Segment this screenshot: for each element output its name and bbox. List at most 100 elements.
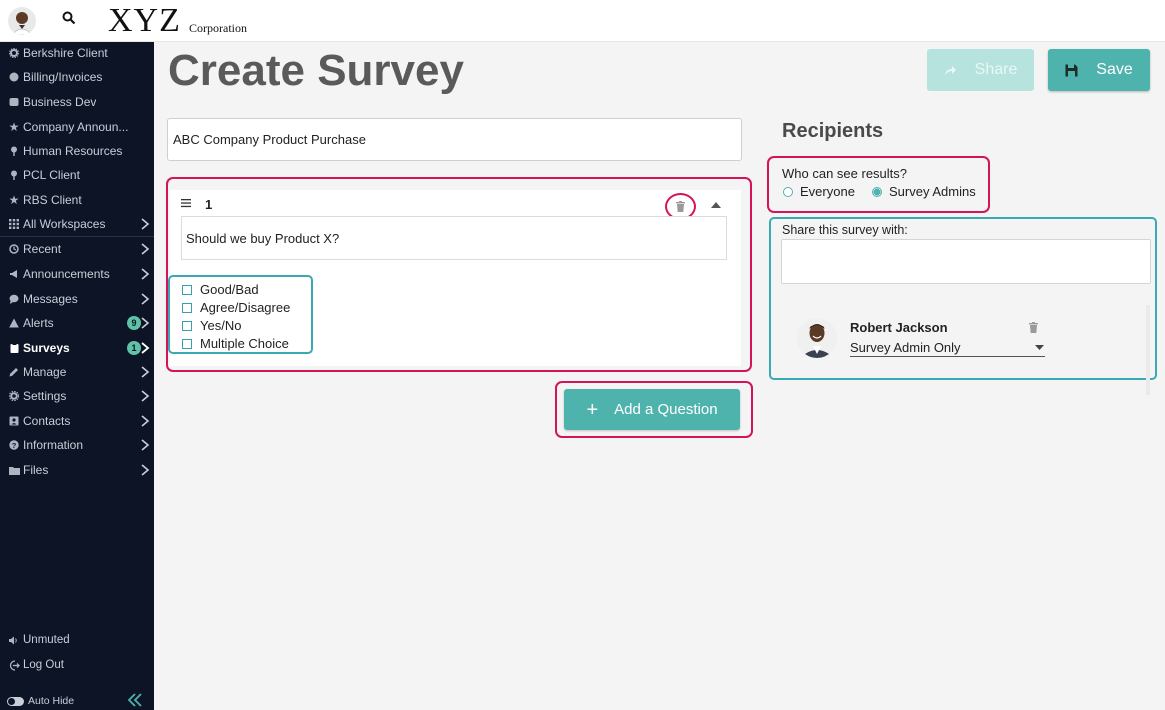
sidebar-item-rbs-client[interactable]: ★ RBS Client [0,189,154,211]
surveys-count-badge: 1 [127,341,141,355]
sidebar-item-label: Manage [23,365,67,379]
chevron-right-icon [141,390,150,402]
checkbox[interactable] [182,284,192,295]
option-multiple-choice[interactable]: Multiple Choice [182,336,289,351]
save-button-label: Save [1096,61,1133,78]
sidebar-item-recent[interactable]: Recent [0,238,154,260]
add-question-label: Add a Question [614,401,718,418]
sidebar-item-label: Human Resources [23,144,123,158]
pin-icon [7,146,21,156]
chevron-down-icon [1035,345,1044,350]
folder-icon [7,466,21,475]
drag-handle-icon[interactable] [181,198,191,208]
recipient-role-select[interactable]: Survey Admin Only [850,338,1045,357]
share-button-label: Share [974,61,1018,78]
sidebar-item-messages[interactable]: Messages [0,288,154,310]
chevron-right-icon [141,293,150,305]
share-arrow-icon [944,65,956,75]
unmuted-label: Unmuted [23,634,70,646]
sidebar-item-label: Announcements [23,267,110,281]
radio-button-selected[interactable] [872,186,882,197]
recipients-heading: Recipients [782,120,884,142]
radio-label: Survey Admins [889,184,976,199]
unmuted-toggle[interactable]: Unmuted [0,630,154,650]
recipient-avatar [797,318,837,358]
sidebar-item-company-announcements[interactable]: ★ Company Announ... [0,116,154,138]
sidebar-item-label: RBS Client [23,193,82,207]
question-text-input[interactable]: Should we buy Product X? [181,216,727,260]
auto-hide-toggle[interactable]: Auto Hide [0,692,154,710]
chat-icon [7,294,21,304]
share-button[interactable]: Share [927,49,1034,91]
history-icon [7,244,21,254]
sidebar-item-alerts[interactable]: Alerts 9 [0,312,154,334]
sidebar-item-all-workspaces[interactable]: All Workspaces [0,213,154,235]
sidebar-item-billing-invoices[interactable]: Billing/Invoices [0,66,154,88]
auto-hide-switch[interactable] [7,696,24,706]
floppy-disk-icon [1065,64,1078,76]
user-avatar[interactable] [8,7,36,35]
sidebar-item-berkshire-client[interactable]: Berkshire Client [0,42,154,64]
checkbox[interactable] [182,302,192,313]
sidebar-item-files[interactable]: Files [0,459,154,481]
share-with-input[interactable] [781,239,1151,284]
collapse-sidebar-icon[interactable] [127,693,143,710]
recipients-scrollbar[interactable] [1146,305,1150,395]
coins-icon [7,72,21,82]
sidebar-item-label: All Workspaces [23,217,106,231]
gear-icon [7,48,21,58]
sidebar-item-label: Information [23,438,84,452]
option-agree-disagree[interactable]: Agree/Disagree [182,300,290,315]
recipient-name: Robert Jackson [850,320,948,335]
speaker-icon [7,636,21,645]
chevron-right-icon [141,218,150,230]
sidebar-item-human-resources[interactable]: Human Resources [0,140,154,162]
radio-label: Everyone [800,184,855,199]
page-title: Create Survey [168,46,464,95]
question-icon: ? [7,440,21,450]
sidebar-item-information[interactable]: ? Information [0,434,154,456]
share-with-label: Share this survey with: [782,223,908,237]
option-label: Yes/No [200,318,242,333]
radio-button[interactable] [783,186,793,197]
recipient-role-value: Survey Admin Only [850,340,961,355]
option-yes-no[interactable]: Yes/No [182,318,241,333]
search-icon[interactable] [62,11,78,27]
sidebar-item-pcl-client[interactable]: PCL Client [0,164,154,186]
contact-card-icon [7,416,21,426]
logout-icon [7,659,21,671]
remove-recipient-trash-icon[interactable] [1029,322,1038,333]
sidebar-item-manage[interactable]: Manage [0,361,154,383]
warning-icon [7,318,21,328]
logout-link[interactable]: Log Out [0,655,154,675]
radio-everyone[interactable]: Everyone [783,184,855,199]
pencil-icon [7,367,21,377]
chevron-right-icon [141,317,150,329]
radio-survey-admins[interactable]: Survey Admins [872,184,976,199]
sidebar: Berkshire Client Billing/Invoices Busine… [0,42,154,710]
logout-label: Log Out [23,659,64,671]
add-question-button[interactable]: + Add a Question [564,389,740,430]
chevron-right-icon [141,268,150,280]
checkbox[interactable] [182,338,192,349]
save-button[interactable]: Save [1048,49,1150,91]
sidebar-item-contacts[interactable]: Contacts [0,410,154,432]
sidebar-item-label: Berkshire Client [23,46,108,60]
option-label: Agree/Disagree [200,300,291,315]
sidebar-item-announcements[interactable]: Announcements [0,263,154,285]
survey-title-input[interactable]: ABC Company Product Purchase [167,118,742,161]
checkbox[interactable] [182,320,192,331]
sidebar-item-business-dev[interactable]: Business Dev [0,91,154,113]
sidebar-item-settings[interactable]: Settings [0,385,154,407]
sidebar-item-surveys[interactable]: Surveys 1 [0,337,154,359]
sidebar-item-label: Recent [23,242,62,256]
trash-icon [676,201,685,212]
sidebar-item-label: Company Announ... [23,120,129,134]
star-icon: ★ [8,193,20,207]
megaphone-icon [7,269,21,279]
grid-icon [7,219,21,229]
collapse-up-icon[interactable] [711,202,721,208]
sidebar-item-label: Alerts [23,316,54,330]
option-good-bad[interactable]: Good/Bad [182,282,259,297]
plus-icon: + [586,398,599,421]
